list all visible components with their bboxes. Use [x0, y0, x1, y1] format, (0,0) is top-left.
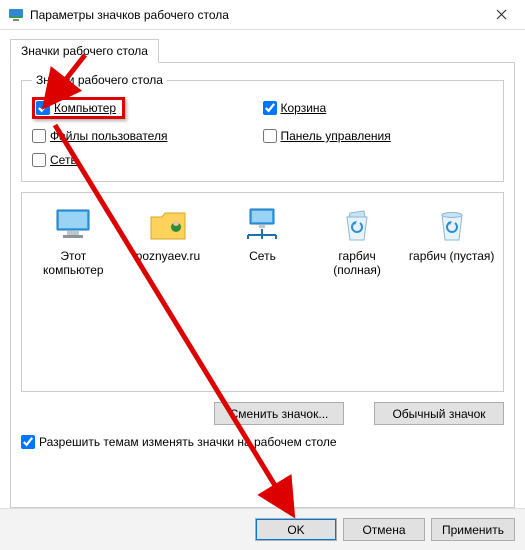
- default-icon-button[interactable]: Обычный значок: [374, 402, 504, 425]
- icon-user[interactable]: poznyaev.ru: [124, 205, 212, 263]
- checkbox-computer[interactable]: [36, 101, 50, 115]
- close-button[interactable]: [481, 1, 521, 29]
- checkbox-recycle[interactable]: [263, 101, 277, 115]
- checkbox-network[interactable]: [32, 153, 46, 167]
- tab-desktop-icons[interactable]: Значки рабочего стола: [10, 39, 159, 63]
- checkbox-label-recycle[interactable]: Корзина: [281, 101, 327, 115]
- icon-preview-box: Этот компьютер poznyaev.ru: [21, 192, 504, 392]
- cancel-button[interactable]: Отмена: [343, 518, 425, 541]
- group-desktop-icons: Значки рабочего стола Компьютер Корзина …: [21, 73, 504, 182]
- icon-recycle-empty[interactable]: гарбич (пустая): [408, 205, 496, 263]
- checkbox-label-controlpanel[interactable]: Панель управления: [281, 129, 391, 143]
- checkbox-label-userfiles[interactable]: Файлы пользователя: [50, 129, 167, 143]
- checkbox-controlpanel[interactable]: [263, 129, 277, 143]
- recycle-full-icon: [313, 205, 401, 245]
- icon-network[interactable]: Сеть: [218, 205, 306, 263]
- computer-icon: [29, 205, 117, 245]
- change-icon-button[interactable]: Сменить значок...: [214, 402, 344, 425]
- window-title: Параметры значков рабочего стола: [30, 8, 481, 22]
- user-folder-icon: [124, 205, 212, 245]
- checkbox-label-computer[interactable]: Компьютер: [54, 101, 116, 115]
- network-icon: [218, 205, 306, 245]
- checkbox-label-network[interactable]: Сеть: [50, 153, 77, 167]
- icon-this-pc[interactable]: Этот компьютер: [29, 205, 117, 277]
- highlight-computer: Компьютер: [32, 97, 125, 119]
- group-legend: Значки рабочего стола: [32, 73, 167, 87]
- checkbox-allow-themes[interactable]: [21, 435, 35, 449]
- icon-label: poznyaev.ru: [124, 249, 212, 263]
- ok-button[interactable]: OK: [255, 518, 337, 541]
- checkbox-label-allow-themes[interactable]: Разрешить темам изменять значки на рабоч…: [39, 435, 337, 449]
- icon-label: гарбич (полная): [313, 249, 401, 277]
- recycle-empty-icon: [408, 205, 496, 245]
- icon-recycle-full[interactable]: гарбич (полная): [313, 205, 401, 277]
- app-icon: [8, 7, 24, 23]
- icon-label: Сеть: [218, 249, 306, 263]
- icon-label: Этот компьютер: [29, 249, 117, 277]
- checkbox-userfiles[interactable]: [32, 129, 46, 143]
- icon-label: гарбич (пустая): [408, 249, 496, 263]
- apply-button[interactable]: Применить: [431, 518, 515, 541]
